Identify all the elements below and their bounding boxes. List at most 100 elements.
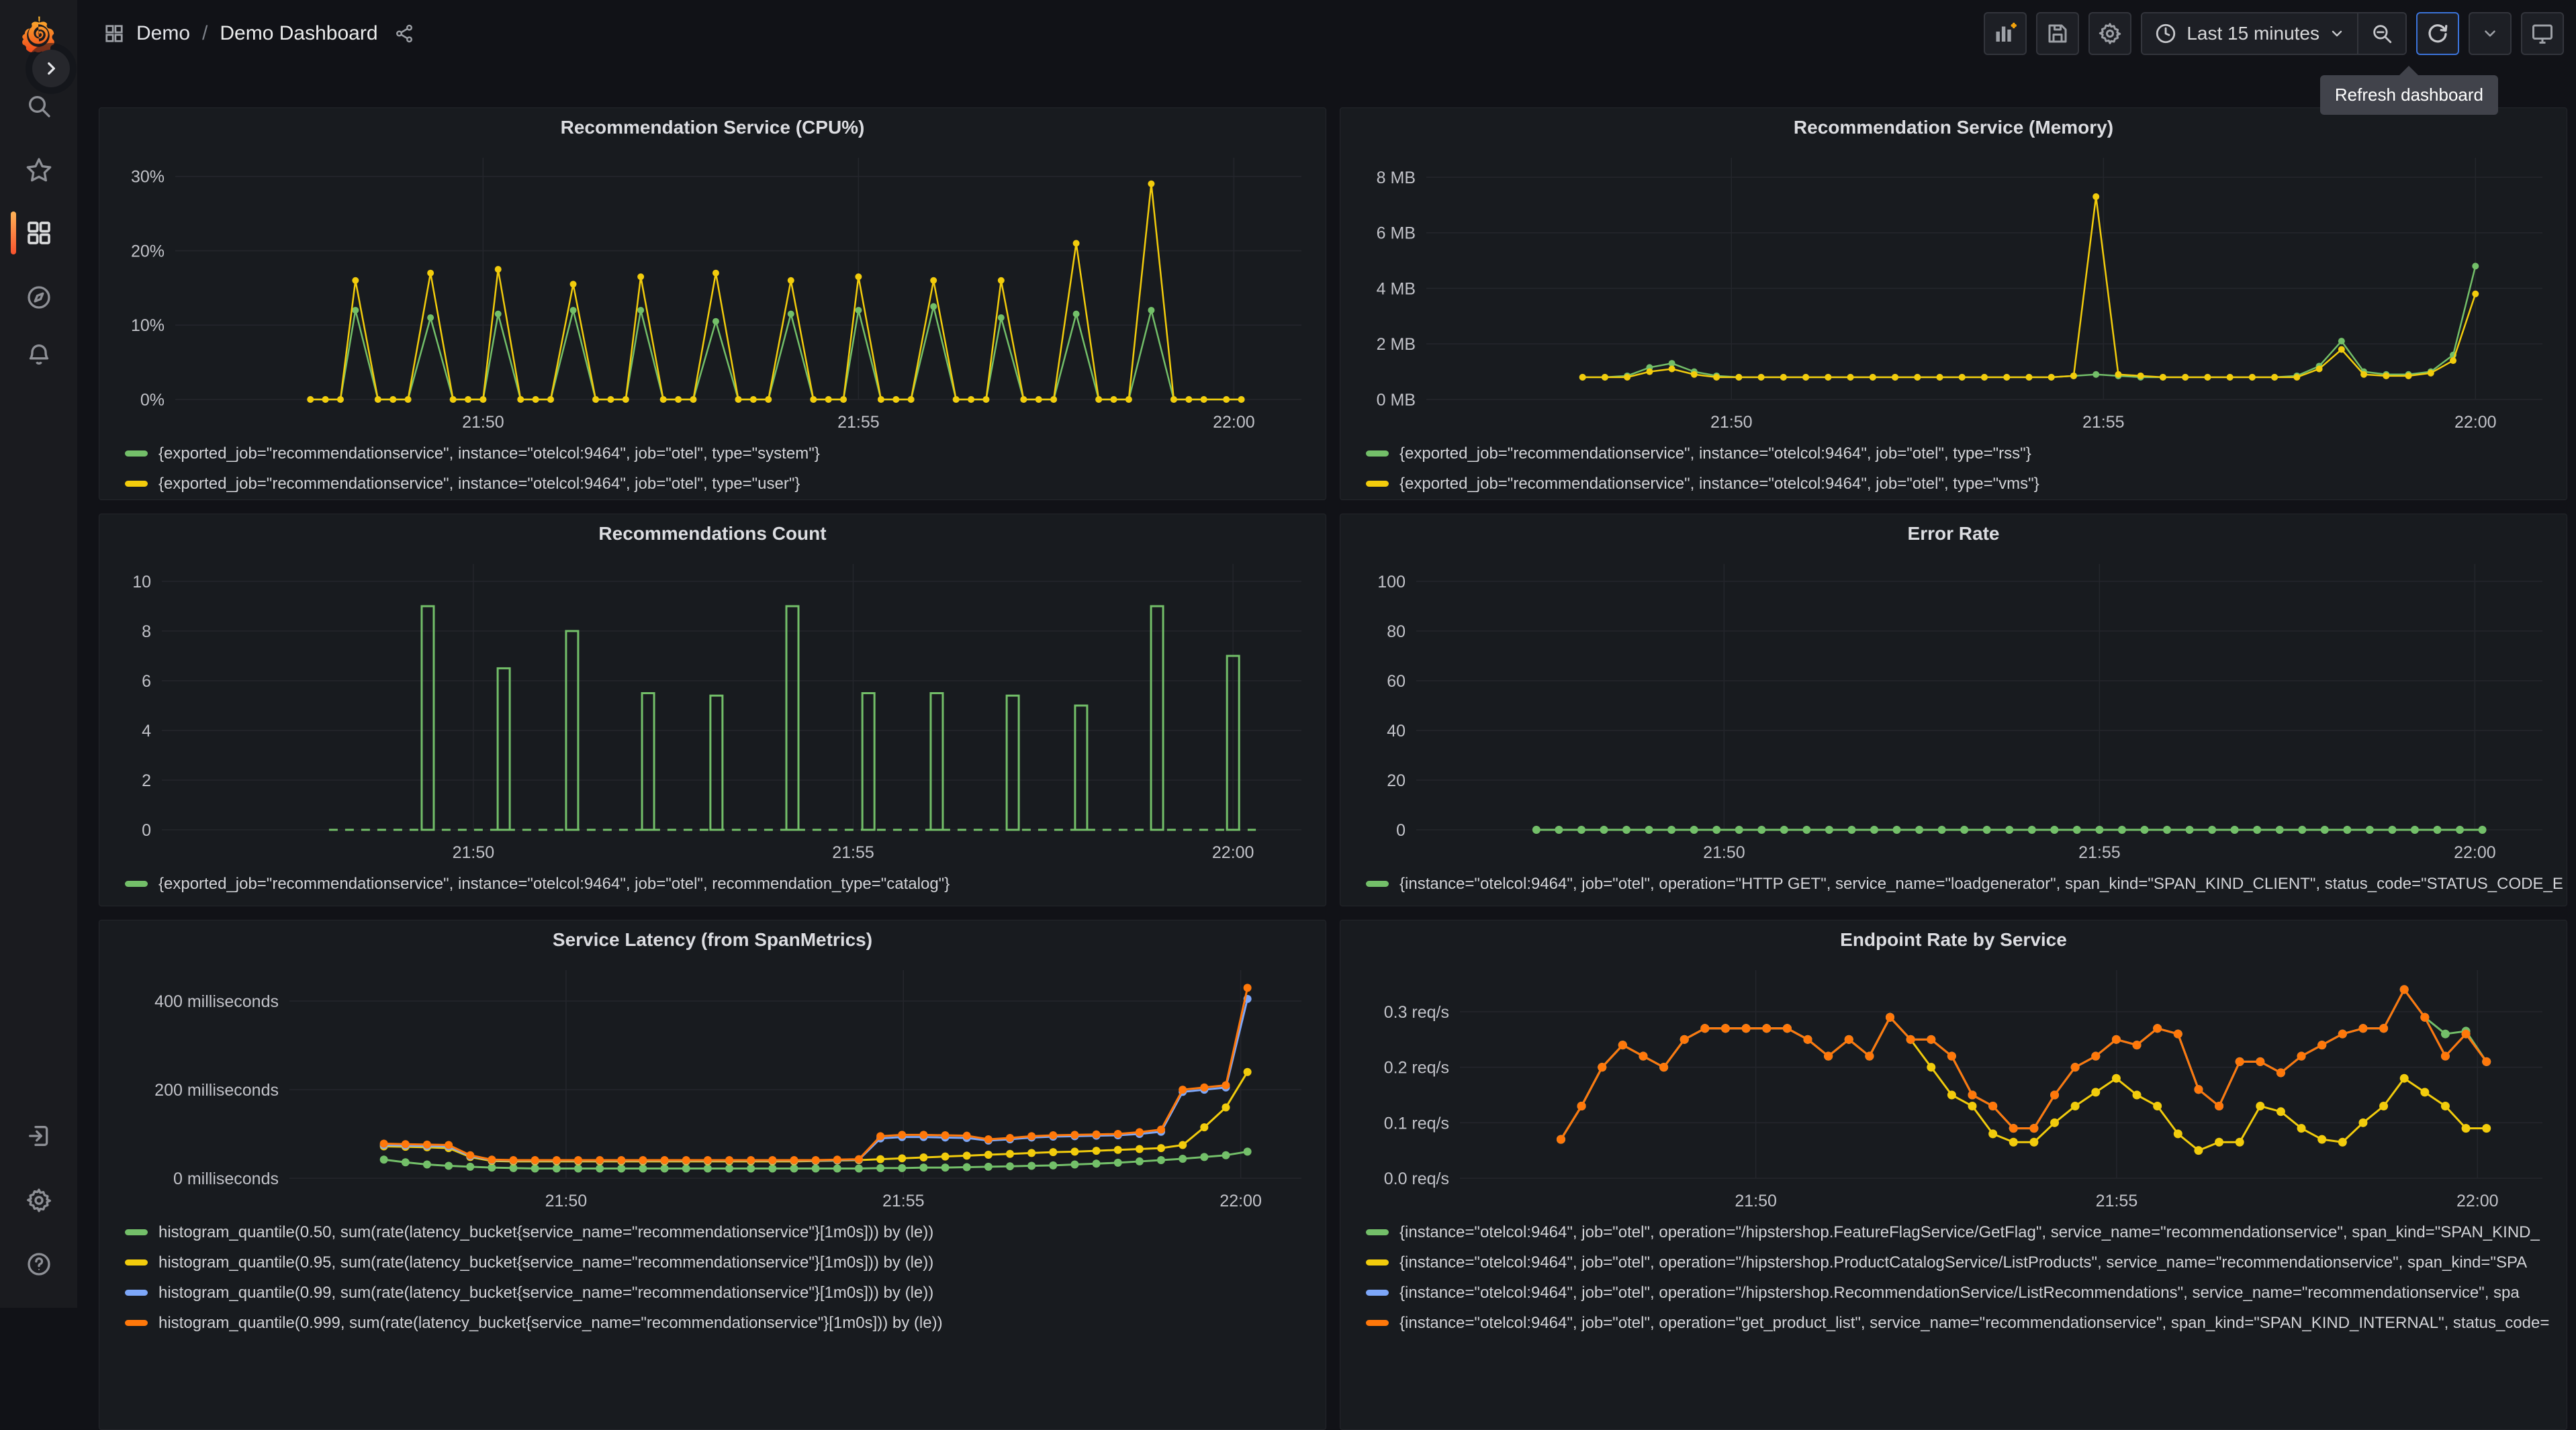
legend-series-swatch: [1366, 1229, 1389, 1235]
panel-title[interactable]: Endpoint Rate by Service: [1340, 920, 2567, 959]
svg-text:21:55: 21:55: [837, 413, 880, 432]
legend-item[interactable]: histogram_quantile(0.50, sum(rate(latenc…: [125, 1217, 1326, 1247]
legend-item[interactable]: {exported_job="recommendationservice", i…: [125, 438, 1326, 469]
legend-series-label: {exported_job="recommendationservice", i…: [158, 874, 950, 893]
svg-text:20%: 20%: [131, 242, 165, 260]
refresh-icon: [2428, 24, 2448, 43]
breadcrumb-section[interactable]: Demo: [136, 22, 190, 45]
dashboard-settings-button[interactable]: [2088, 12, 2132, 55]
svg-text:21:50: 21:50: [545, 1192, 588, 1210]
add-panel-button[interactable]: [1984, 12, 2027, 55]
legend-series-label: {instance="otelcol:9464", job="otel", op…: [1399, 1223, 2540, 1241]
chart[interactable]: 0 MB 2 MB 4 MB 6 MB 8 MB 21:50 21:55 22:00: [1346, 147, 2561, 437]
legend-series-swatch: [125, 1320, 148, 1326]
legend-item[interactable]: {instance="otelcol:9464", job="otel", op…: [1366, 1247, 2567, 1278]
svg-text:6 MB: 6 MB: [1377, 224, 1416, 243]
sidebar-item-sign-in[interactable]: [0, 1109, 77, 1163]
legend-series-label: {instance="otelcol:9464", job="otel", op…: [1399, 874, 2563, 893]
svg-text:0.1 req/s: 0.1 req/s: [1384, 1114, 1449, 1133]
sidebar-item-explore[interactable]: [0, 271, 77, 324]
active-indicator: [11, 211, 16, 254]
top-navbar: Demo / Demo Dashboard Last 15 minutes: [77, 0, 2576, 67]
chart[interactable]: 0 milliseconds 200 milliseconds 400 millis…: [105, 959, 1320, 1216]
legend-item[interactable]: {instance="otelcol:9464", job="otel", op…: [1366, 869, 2567, 899]
legend-series-swatch: [125, 1259, 148, 1266]
dashboards-grid-icon: [27, 222, 50, 244]
chart-svg: 0 milliseconds 200 milliseconds 400 millis…: [154, 970, 1301, 1210]
svg-text:10: 10: [132, 573, 151, 591]
sign-in-icon: [28, 1126, 48, 1146]
svg-text:60: 60: [1387, 672, 1406, 691]
chart[interactable]: 0 2 4 6 8 10 21:50 21:55 22:00: [105, 553, 1320, 867]
chart-svg: 0 MB 2 MB 4 MB 6 MB 8 MB 21:50 21:55 22:00: [1377, 158, 2542, 432]
chart[interactable]: 0 20 40 60 80 100 21:50 21:55 22:00: [1346, 553, 2561, 867]
svg-text:8 MB: 8 MB: [1377, 169, 1416, 187]
dashboards-grid-icon: [104, 23, 124, 44]
legend-item[interactable]: {exported_job="recommendationservice", i…: [125, 869, 1326, 899]
chart[interactable]: 0.0 req/s 0.1 req/s 0.2 req/s 0.3 req/s 21:5…: [1346, 959, 2561, 1216]
svg-text:0 milliseconds: 0 milliseconds: [173, 1170, 279, 1188]
legend-item[interactable]: histogram_quantile(0.95, sum(rate(latenc…: [125, 1247, 1326, 1278]
chart-svg: 0 20 40 60 80 100 21:50 21:55 22:00: [1377, 564, 2542, 862]
panel-title[interactable]: Error Rate: [1340, 514, 2567, 553]
share-icon[interactable]: [394, 23, 414, 44]
legend-series-label: {instance="otelcol:9464", job="otel", op…: [1399, 1313, 2550, 1332]
legend-item[interactable]: histogram_quantile(0.999, sum(rate(laten…: [125, 1308, 1326, 1338]
legend-series-swatch: [125, 1290, 148, 1296]
refresh-interval-dropdown[interactable]: [2469, 12, 2512, 55]
gear-icon: [26, 1188, 51, 1212]
legend-series-label: histogram_quantile(0.95, sum(rate(latenc…: [158, 1253, 934, 1272]
breadcrumb-page-title[interactable]: Demo Dashboard: [220, 22, 377, 45]
legend: histogram_quantile(0.50, sum(rate(latenc…: [99, 1216, 1326, 1338]
panel-title[interactable]: Recommendations Count: [99, 514, 1326, 553]
svg-text:21:50: 21:50: [1735, 1192, 1777, 1210]
svg-text:200 milliseconds: 200 milliseconds: [154, 1081, 279, 1100]
monitor-icon: [2532, 24, 2552, 44]
legend-series-swatch: [1366, 481, 1389, 487]
sidebar-item-help[interactable]: [0, 1237, 77, 1291]
sidebar-item-dashboards[interactable]: [0, 206, 77, 260]
svg-text:0: 0: [1396, 821, 1406, 840]
legend-item[interactable]: {exported_job="recommendationservice", i…: [125, 469, 1326, 499]
legend-series-swatch: [1366, 1290, 1389, 1296]
sidebar-expand-button[interactable]: [32, 50, 70, 87]
svg-text:2: 2: [142, 771, 151, 790]
legend-series-swatch: [125, 881, 148, 887]
panel-title[interactable]: Service Latency (from SpanMetrics): [99, 920, 1326, 959]
panel-recommendations-count: Recommendations Count 0 2 4 6 8 10 21:50 21:55 2…: [99, 514, 1326, 906]
zoom-out-time-button[interactable]: [2357, 13, 2405, 54]
chevron-right-icon: [48, 62, 55, 75]
legend-series-label: {exported_job="recommendationservice", i…: [1399, 444, 2031, 463]
legend-series-label: {instance="otelcol:9464", job="otel", op…: [1399, 1283, 2520, 1302]
legend-series-swatch: [1366, 1320, 1389, 1326]
legend: {instance="otelcol:9464", job="otel", op…: [1340, 1216, 2567, 1338]
panel-cpu: Recommendation Service (CPU%) 0% 10% 20% 30…: [99, 107, 1326, 500]
sidebar-item-search[interactable]: [0, 79, 77, 133]
time-range-picker[interactable]: Last 15 minutes: [2142, 13, 2357, 54]
legend-item[interactable]: {instance="otelcol:9464", job="otel", op…: [1366, 1308, 2567, 1338]
sidebar-item-starred[interactable]: [0, 143, 77, 197]
svg-text:21:50: 21:50: [1703, 843, 1745, 862]
time-controls: Last 15 minutes: [2141, 12, 2407, 55]
tv-mode-button[interactable]: [2521, 12, 2564, 55]
svg-text:22:00: 22:00: [2456, 1192, 2499, 1210]
svg-text:21:55: 21:55: [2082, 413, 2125, 432]
panel-title[interactable]: Recommendation Service (CPU%): [99, 108, 1326, 147]
svg-text:21:50: 21:50: [1710, 413, 1753, 432]
sidebar-item-configuration[interactable]: [0, 1174, 77, 1227]
refresh-dashboard-button[interactable]: [2416, 12, 2459, 55]
legend-item[interactable]: {instance="otelcol:9464", job="otel", op…: [1366, 1278, 2567, 1308]
dashboard-toolbar: Last 15 minutes: [1984, 12, 2564, 55]
legend-item[interactable]: {instance="otelcol:9464", job="otel", op…: [1366, 1217, 2567, 1247]
legend-item[interactable]: histogram_quantile(0.99, sum(rate(latenc…: [125, 1278, 1326, 1308]
legend-item[interactable]: {exported_job="recommendationservice", i…: [1366, 469, 2567, 499]
legend-item[interactable]: {exported_job="recommendationservice", i…: [1366, 438, 2567, 469]
sidebar-item-alerting[interactable]: [0, 328, 77, 381]
svg-text:22:00: 22:00: [1220, 1192, 1262, 1210]
bell-icon: [29, 344, 48, 365]
chart[interactable]: 0% 10% 20% 30% 21:50 21:55 22:00: [105, 147, 1320, 437]
svg-text:22:00: 22:00: [1212, 843, 1254, 862]
help-icon: [27, 1253, 50, 1276]
chevron-down-icon: [2485, 30, 2495, 37]
save-dashboard-button[interactable]: [2036, 12, 2080, 55]
